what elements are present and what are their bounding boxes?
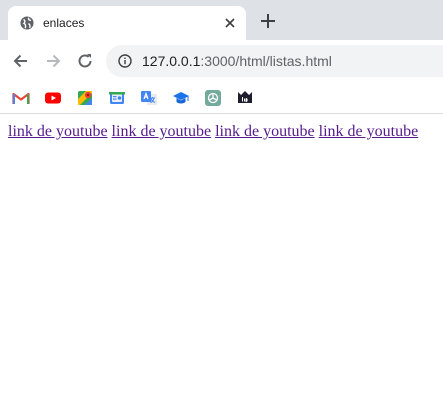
chatgpt-icon[interactable]: [204, 89, 222, 107]
graduation-cap-icon[interactable]: [172, 89, 190, 107]
links-row: link de youtube link de youtube link de …: [8, 123, 418, 141]
close-icon[interactable]: [222, 15, 238, 31]
youtube-link[interactable]: link de youtube: [215, 123, 315, 140]
new-tab-plus-icon[interactable]: [259, 12, 277, 30]
tab-title: enlaces: [43, 16, 85, 30]
youtube-icon[interactable]: [44, 89, 62, 107]
address-bar[interactable]: 127.0.0.1:3000/html/listas.html: [106, 45, 443, 77]
maps-icon[interactable]: [76, 89, 94, 107]
url-path: :3000/html/listas.html: [200, 53, 332, 69]
tab-strip: enlaces: [0, 0, 443, 40]
reload-icon[interactable]: [75, 51, 95, 71]
forward-arrow-icon[interactable]: [43, 51, 63, 71]
youtube-link[interactable]: link de youtube: [8, 123, 108, 140]
info-icon[interactable]: [118, 54, 132, 68]
url-host: 127.0.0.1: [142, 53, 201, 69]
youtube-link[interactable]: link de youtube: [319, 123, 419, 140]
youtube-link[interactable]: link de youtube: [112, 123, 212, 140]
tab-enlaces[interactable]: enlaces: [8, 6, 246, 40]
mastodon-icon[interactable]: [236, 89, 254, 107]
page-content: link de youtube link de youtube link de …: [0, 115, 443, 412]
news-icon[interactable]: [108, 89, 126, 107]
translate-icon[interactable]: [140, 89, 158, 107]
url-text[interactable]: 127.0.0.1:3000/html/listas.html: [142, 53, 332, 69]
globe-icon: [20, 16, 34, 30]
bookmarks-bar: [0, 82, 443, 114]
back-arrow-icon[interactable]: [11, 51, 31, 71]
gmail-icon[interactable]: [12, 89, 30, 107]
browser-toolbar: 127.0.0.1:3000/html/listas.html: [0, 40, 443, 82]
